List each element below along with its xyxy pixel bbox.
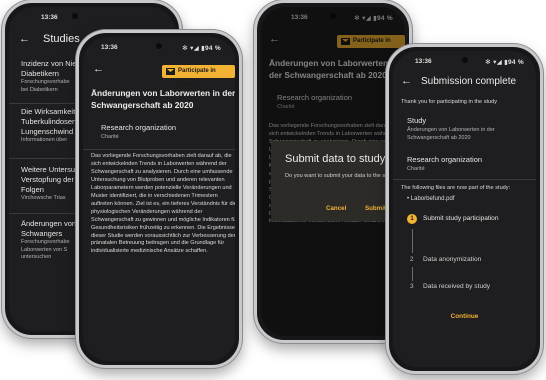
back-arrow-icon[interactable]: ← (19, 33, 30, 45)
divider (83, 149, 235, 150)
status-time: 13:36 (41, 14, 58, 21)
org-value: Charité (407, 166, 425, 172)
step-indicator-3: 3 (410, 283, 414, 290)
dialog-screen: 13:36 ✻ ▾◢ ▮94 % ← Participate in study … (261, 7, 405, 336)
org-value: Charité (101, 134, 119, 140)
status-time: 13:36 (101, 44, 118, 51)
step-label-1: Submit study participation (423, 215, 499, 222)
thanks-text: Thank you for participating in the study (401, 99, 498, 105)
camera-hole (72, 13, 79, 19)
divider (393, 179, 536, 180)
step-connector (412, 267, 413, 281)
file-item: • Laborbefund.pdf (407, 196, 455, 202)
submit-dialog: Submit data to study Do you want to subm… (271, 141, 405, 221)
step-connector (412, 229, 413, 253)
files-text: The following files are now part of the … (401, 185, 511, 191)
org-section: Research organization Charité (407, 155, 482, 172)
study-section: Study Änderungen von Laborwerten in der … (407, 116, 536, 142)
org-section: Research organization Charité (101, 123, 176, 140)
step-indicator-2: 2 (410, 256, 414, 263)
step-label-3: Data received by study (423, 283, 491, 290)
step-indicator-1: 1 (407, 214, 417, 224)
page-title: Studies (43, 33, 80, 45)
phone-detail: 13:36 ✻ ▾◢ ▮94 % ← Participate in study … (76, 30, 242, 368)
step-label-2: Data anonymization (423, 256, 482, 263)
back-arrow-icon[interactable]: ← (93, 63, 104, 75)
status-time: 13:36 (415, 58, 432, 65)
continue-button[interactable]: Continue (393, 313, 536, 320)
study-value: Änderungen von Laborwerten in der Schwan… (407, 127, 495, 141)
study-title: Änderungen von Laborwerten in der Schwan… (91, 88, 235, 110)
study-label: Study (407, 116, 427, 125)
camera-hole (156, 43, 162, 49)
complete-screen: 13:36 ✻ ▾◢ ▮94 % ← Submission complete T… (393, 51, 536, 367)
status-icons: ✻ ▾◢ ▮94 % (182, 45, 221, 52)
participate-button[interactable]: Participate in study (162, 65, 235, 87)
submit-button[interactable]: Submit (365, 205, 386, 212)
org-label: Research organization (101, 123, 177, 132)
dialog-title: Submit data to study (285, 153, 386, 165)
status-icons: ✻ ▾◢ ▮94 % (485, 59, 524, 66)
phone-complete: 13:36 ✻ ▾◢ ▮94 % ← Submission complete T… (386, 44, 543, 374)
back-arrow-icon[interactable]: ← (401, 75, 412, 87)
camera-hole (461, 57, 468, 63)
cancel-button[interactable]: Cancel (326, 205, 346, 212)
org-label: Research organization (407, 155, 483, 164)
page-title: Submission complete (421, 76, 517, 87)
file-name: Laborbefund.pdf (410, 196, 455, 202)
mail-icon (166, 68, 175, 75)
detail-screen: 13:36 ✻ ▾◢ ▮94 % ← Participate in study … (83, 37, 235, 361)
study-description: Das vorliegende Forschungsvorhaben zielt… (91, 153, 235, 255)
